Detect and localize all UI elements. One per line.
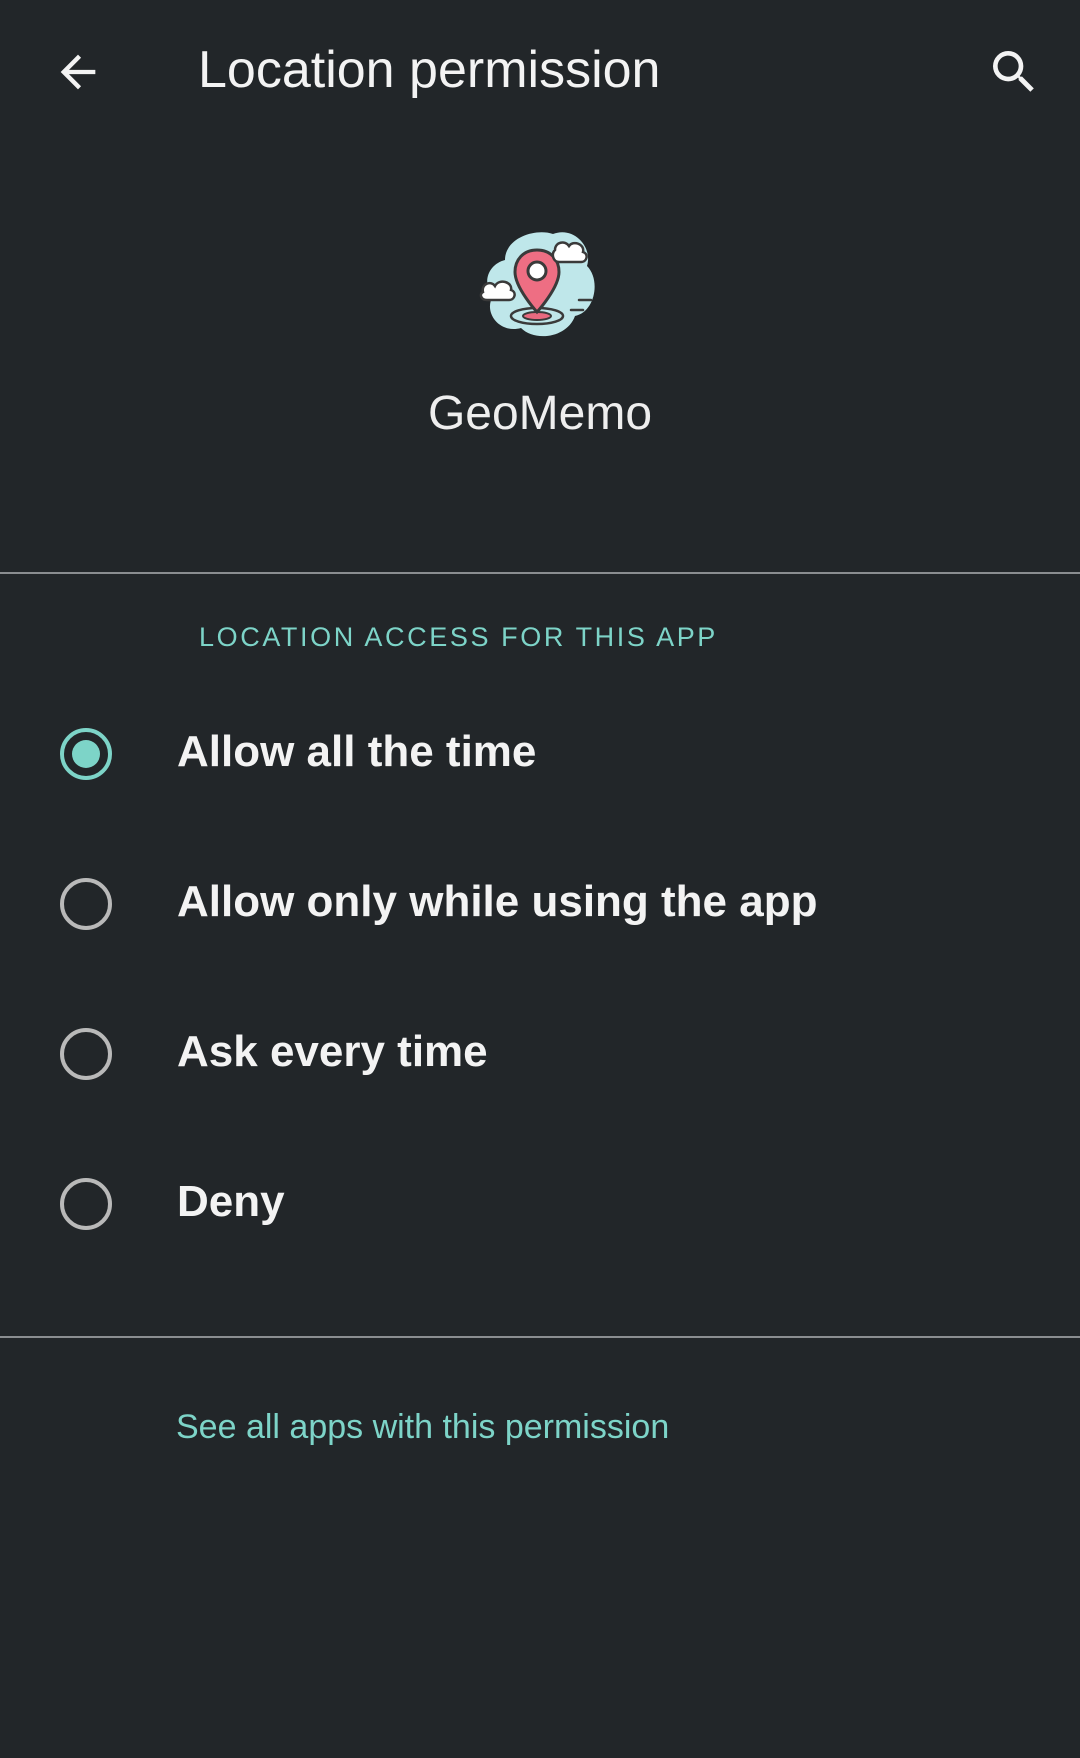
page-title: Location permission bbox=[198, 41, 661, 99]
option-allow-while-using[interactable]: Allow only while using the app bbox=[0, 829, 1080, 979]
map-pin-cloud-icon bbox=[479, 232, 595, 337]
option-allow-all-the-time[interactable]: Allow all the time bbox=[0, 679, 1080, 829]
section-header: LOCATION ACCESS FOR THIS APP bbox=[199, 622, 718, 652]
app-bar: Location permission bbox=[0, 0, 1080, 150]
radio-button[interactable] bbox=[60, 878, 112, 930]
back-button[interactable] bbox=[40, 34, 116, 110]
option-label: Ask every time bbox=[177, 1027, 488, 1076]
radio-button[interactable] bbox=[60, 1178, 112, 1230]
see-all-apps-link[interactable]: See all apps with this permission bbox=[176, 1408, 669, 1447]
option-deny[interactable]: Deny bbox=[0, 1129, 1080, 1279]
option-label: Allow only while using the app bbox=[177, 877, 818, 926]
option-label: Deny bbox=[177, 1177, 285, 1226]
radio-button[interactable] bbox=[60, 1028, 112, 1080]
search-icon bbox=[993, 51, 1034, 92]
arrow-left-icon bbox=[60, 54, 96, 90]
divider-top bbox=[0, 572, 1080, 574]
divider-bottom bbox=[0, 1336, 1080, 1338]
option-ask-every-time[interactable]: Ask every time bbox=[0, 979, 1080, 1129]
option-label: Allow all the time bbox=[177, 727, 537, 776]
app-header: GeoMemo bbox=[0, 220, 1080, 441]
search-button[interactable] bbox=[976, 34, 1052, 110]
radio-dot bbox=[72, 740, 100, 768]
permission-options: Allow all the time Allow only while usin… bbox=[0, 679, 1080, 1279]
app-name: GeoMemo bbox=[427, 387, 653, 440]
radio-button-checked[interactable] bbox=[60, 728, 112, 780]
